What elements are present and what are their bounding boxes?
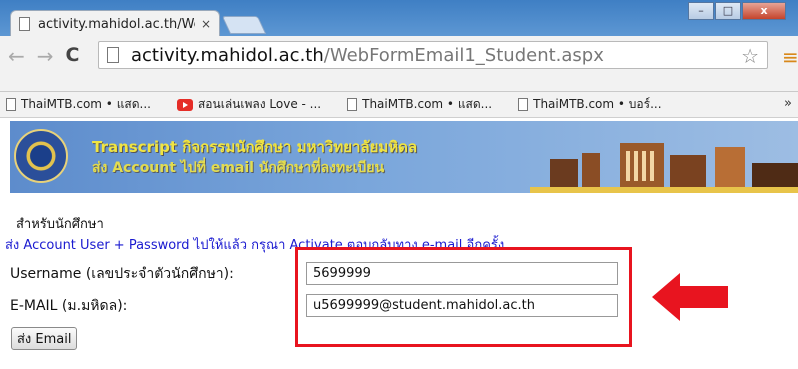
youtube-icon [176,98,193,111]
banner-subtitle: ส่ง Account ไปที่ email นักศึกษาที่ลงทะเ… [92,160,385,176]
bookmark-item[interactable]: ThaiMTB.com • บอร์... [518,95,662,114]
url-path: /WebFormEmail1_Student.aspx [323,44,604,66]
page-content: สำหรับนักศึกษา ส่ง Account User + Passwo… [0,193,798,369]
page-icon [518,98,529,111]
send-email-button[interactable]: ส่ง Email [11,327,78,350]
bookmark-item[interactable]: สอนเล่นเพลง Love - ... [176,95,322,114]
section-title: สำหรับนักศึกษา [16,217,104,232]
address-bar[interactable]: activity.mahidol.ac.th/WebFormEmail1_Stu… [98,41,768,69]
navigation-buttons: ← → C [8,44,79,68]
close-tab-icon[interactable]: × [201,17,211,31]
minimize-button[interactable]: – [688,2,714,20]
email-label: E-MAIL (ม.มหิดล): [10,298,128,314]
bookmark-label: ThaiMTB.com • แสด... [362,97,493,111]
bookmarks-bar: ThaiMTB.com • แสด... สอนเล่นเพลง Love - … [0,92,798,118]
bookmark-label: ThaiMTB.com • แสด... [21,97,151,111]
highlight-annotation-box [295,247,632,347]
bookmark-item[interactable]: ThaiMTB.com • แสด... [6,95,151,114]
building-illustration [620,143,664,193]
bookmarks-overflow-button[interactable]: » [784,96,792,111]
maximize-button[interactable]: □ [715,2,741,20]
page-icon [347,98,358,111]
menu-icon[interactable]: ≡ [782,45,798,69]
reload-icon[interactable]: C [66,44,80,68]
bookmark-label: สอนเล่นเพลง Love - ... [197,97,322,111]
forward-arrow-icon[interactable]: → [37,44,54,68]
tab-title: activity.mahidol.ac.th/We [38,16,195,32]
close-window-button[interactable]: x [742,2,786,20]
browser-toolbar: ← → C activity.mahidol.ac.th/WebFormEmai… [0,36,798,92]
page-icon [107,47,119,63]
site-banner: Transcript กิจกรรมนักศึกษา มหาวิทยาลัยมห… [10,121,798,193]
back-arrow-icon[interactable]: ← [8,44,25,68]
new-tab-button[interactable] [221,16,267,34]
page-icon [6,98,16,111]
url-host: activity.mahidol.ac.th [131,44,324,66]
username-label: Username (เลขประจำตัวนักศึกษา): [10,266,234,282]
bookmark-label: ThaiMTB.com • บอร์... [533,97,662,111]
page-icon [19,17,30,31]
bookmark-item[interactable]: ThaiMTB.com • แสด... [347,95,492,114]
left-arrow-icon [652,273,728,321]
banner-title: Transcript กิจกรรมนักศึกษา มหาวิทยาลัยมห… [92,138,418,156]
window-controls: – □ x [687,2,786,20]
browser-title-bar: activity.mahidol.ac.th/We × – □ x [0,0,798,37]
browser-tab[interactable]: activity.mahidol.ac.th/We × [10,10,220,37]
university-seal-icon [14,129,68,183]
bookmark-star-icon[interactable]: ☆ [741,44,759,68]
